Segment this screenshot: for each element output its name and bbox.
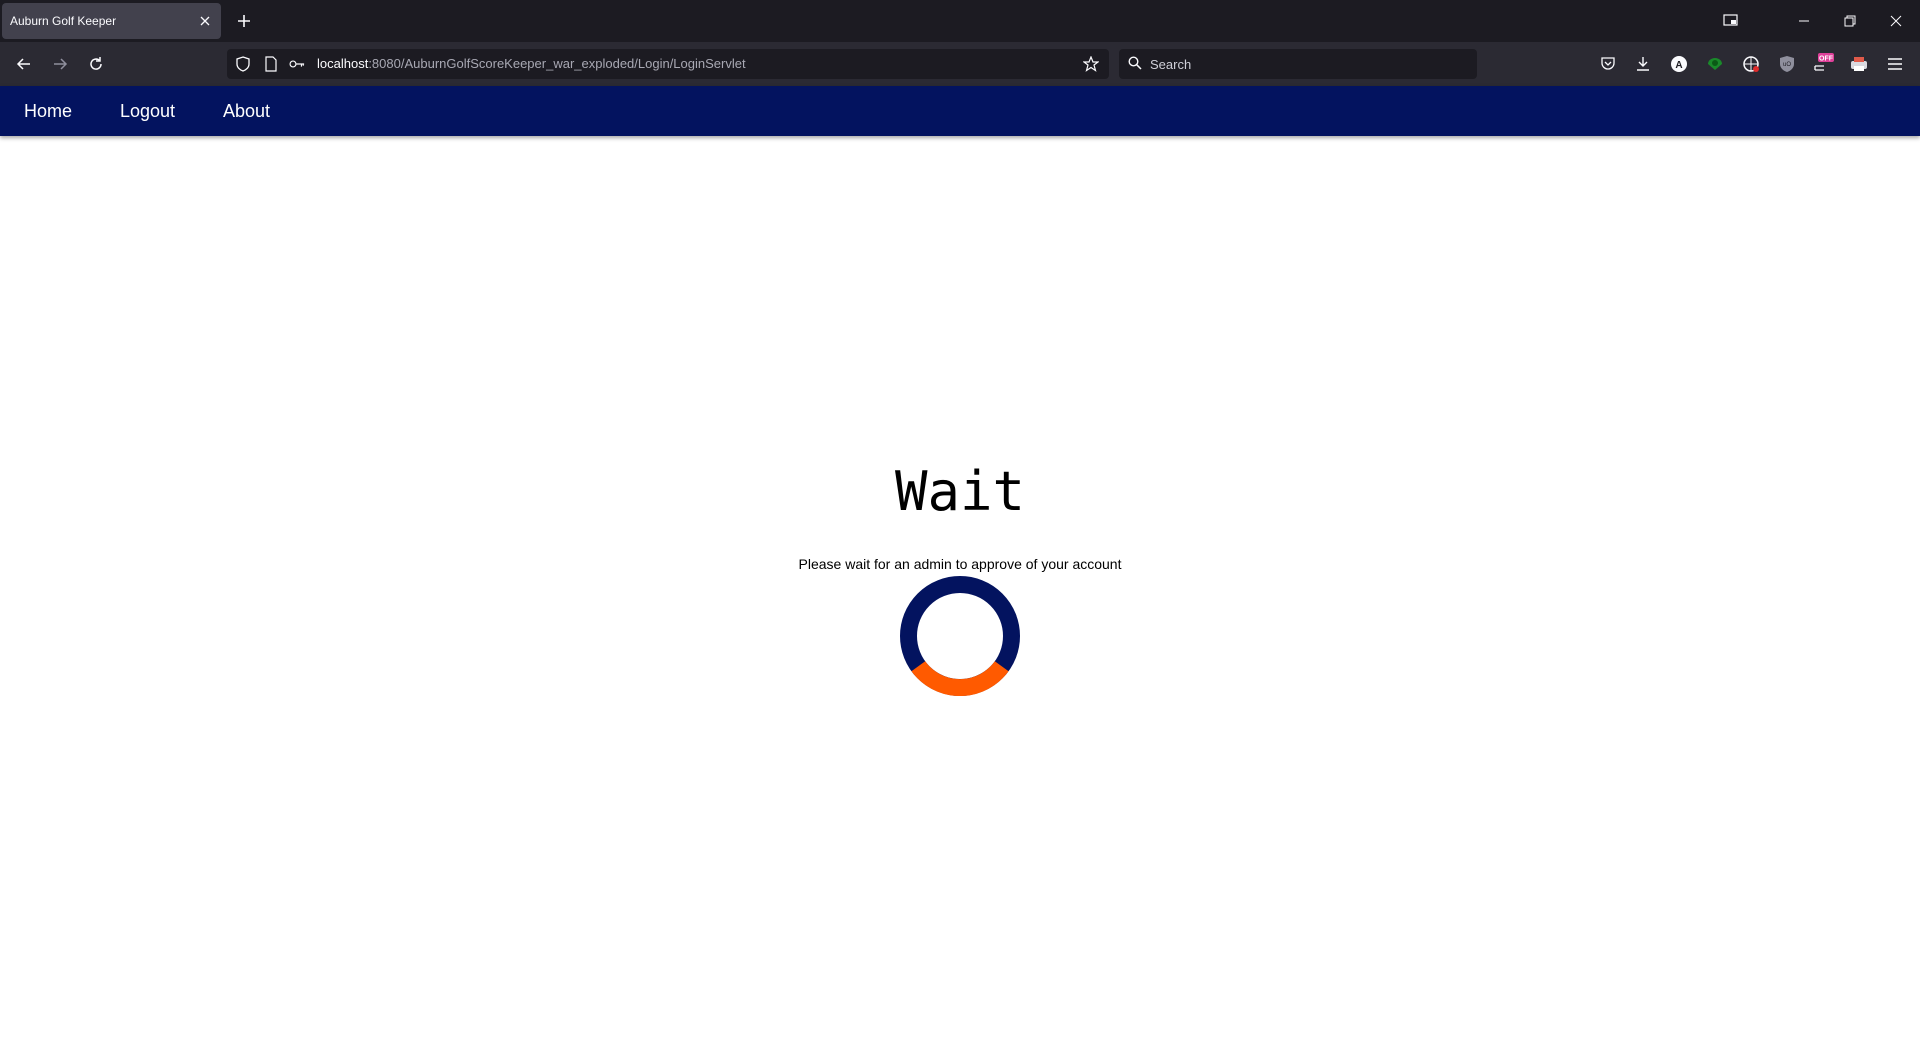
extension-badge-text: OFF <box>1819 56 1834 63</box>
restore-window-icon[interactable] <box>1827 0 1873 42</box>
browser-tab-strip: Auburn Golf Keeper <box>0 0 1920 42</box>
url-host: localhost <box>317 56 369 71</box>
address-bar[interactable]: localhost:8080/AuburnGolfScoreKeeper_war… <box>227 49 1109 79</box>
key-icon[interactable] <box>289 56 305 72</box>
url-text: localhost:8080/AuburnGolfScoreKeeper_war… <box>317 56 746 71</box>
browser-toolbar: localhost:8080/AuburnGolfScoreKeeper_war… <box>0 42 1920 86</box>
pocket-icon[interactable] <box>1597 53 1619 75</box>
url-path: :8080/AuburnGolfScoreKeeper_war_exploded… <box>368 56 746 71</box>
off-toggle-extension-icon[interactable]: OFF <box>1812 53 1834 75</box>
search-icon <box>1128 56 1142 75</box>
reload-icon[interactable] <box>82 50 110 78</box>
nav-logout-link[interactable]: Logout <box>120 86 175 136</box>
forward-arrow-icon[interactable] <box>46 50 74 78</box>
printer-extension-icon[interactable] <box>1848 53 1870 75</box>
search-bar[interactable]: Search <box>1119 49 1477 79</box>
account-extension-icon[interactable]: A <box>1668 53 1690 75</box>
search-placeholder: Search <box>1150 57 1192 72</box>
minimize-window-icon[interactable] <box>1781 0 1827 42</box>
nav-home-link[interactable]: Home <box>24 86 72 136</box>
page-title: Wait <box>894 460 1026 523</box>
spinner-accent-arc <box>911 661 1009 696</box>
shield-icon[interactable] <box>235 56 251 72</box>
loading-spinner <box>900 576 1020 696</box>
approval-message: Please wait for an admin to approve of y… <box>798 556 1122 572</box>
browser-tab[interactable]: Auburn Golf Keeper <box>2 3 221 39</box>
close-window-icon[interactable] <box>1873 0 1919 42</box>
picture-in-picture-icon[interactable] <box>1708 0 1754 42</box>
svg-text:A: A <box>1675 60 1682 71</box>
new-tab-icon[interactable] <box>234 11 254 31</box>
menu-hamburger-icon[interactable] <box>1884 53 1906 75</box>
bookmark-star-icon[interactable] <box>1083 56 1099 72</box>
svg-text:uO: uO <box>1783 62 1791 68</box>
site-navbar: Home Logout About <box>0 86 1920 136</box>
close-tab-icon[interactable] <box>197 13 213 29</box>
ublock-extension-icon[interactable]: uO <box>1776 53 1798 75</box>
back-arrow-icon[interactable] <box>10 50 38 78</box>
tab-title: Auburn Golf Keeper <box>10 14 117 28</box>
downloads-icon[interactable] <box>1632 53 1654 75</box>
nav-about-link[interactable]: About <box>223 86 270 136</box>
page-info-icon[interactable] <box>263 56 279 72</box>
green-shield-extension-icon[interactable] <box>1704 53 1726 75</box>
globe-blocker-extension-icon[interactable] <box>1740 53 1762 75</box>
